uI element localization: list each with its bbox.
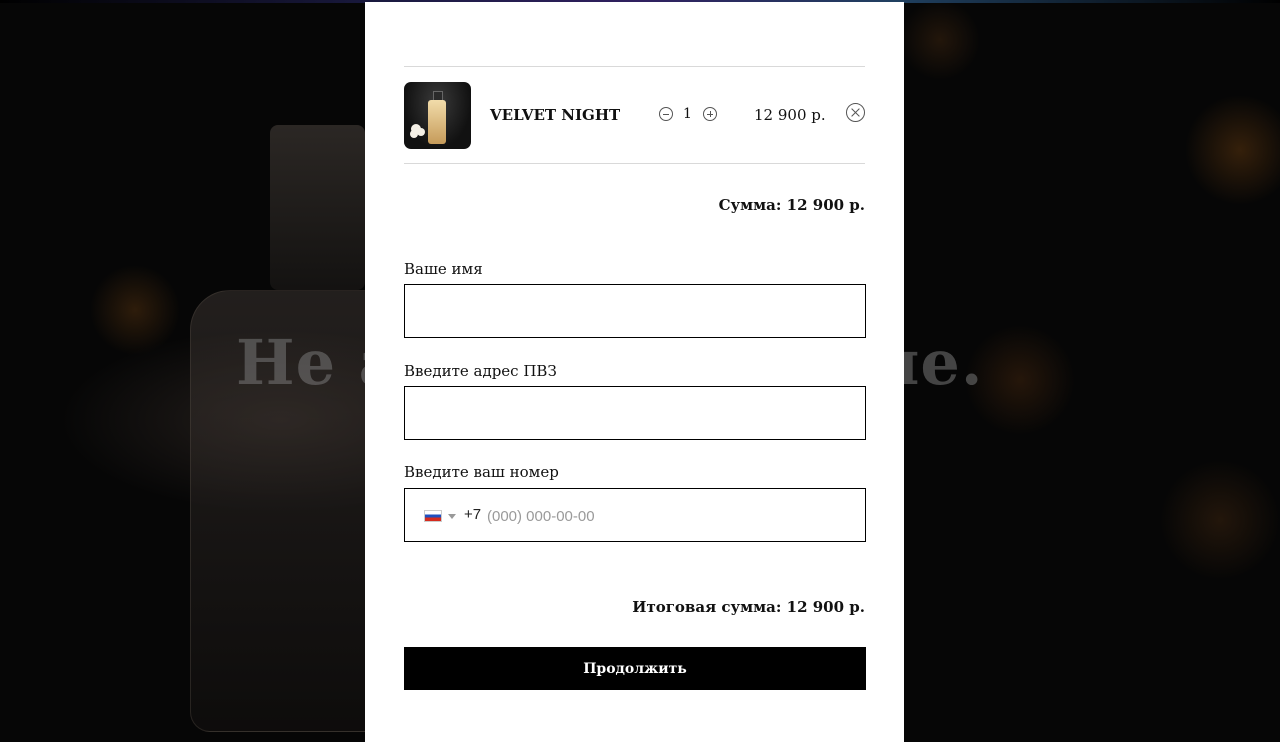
name-input[interactable] — [404, 284, 866, 338]
item-price: 12 900 р. — [754, 106, 826, 124]
thumbnail-bottle — [428, 100, 446, 144]
order-total: Итоговая сумма: 12 900 р. — [632, 598, 865, 616]
cart-divider-top — [404, 66, 865, 67]
chevron-down-icon[interactable] — [448, 514, 456, 519]
address-field-label: Введите адрес ПВЗ — [404, 362, 557, 380]
background-bottle-cap — [270, 125, 365, 290]
product-name: VELVET NIGHT — [490, 106, 621, 124]
product-thumbnail — [404, 82, 471, 149]
continue-button[interactable]: Продолжить — [404, 647, 866, 690]
quantity-decrease-button[interactable] — [659, 107, 673, 121]
thumbnail-flower — [411, 124, 421, 134]
phone-input[interactable] — [485, 499, 849, 533]
name-field-label: Ваше имя — [404, 260, 483, 278]
address-input[interactable] — [404, 386, 866, 440]
russia-flag-icon[interactable] — [424, 510, 442, 522]
phone-field-label: Введите ваш номер — [404, 463, 559, 481]
cart-modal: VELVET NIGHT 1 12 900 р. Сумма: 12 900 р… — [365, 2, 904, 742]
quantity-increase-button[interactable] — [703, 107, 717, 121]
cart-subtotal: Сумма: 12 900 р. — [718, 196, 865, 214]
quantity-value: 1 — [683, 106, 692, 122]
phone-field: +7 — [404, 488, 866, 542]
remove-item-button[interactable] — [846, 103, 865, 122]
phone-country-code: +7 — [464, 506, 482, 523]
cart-divider-bottom — [404, 163, 865, 164]
